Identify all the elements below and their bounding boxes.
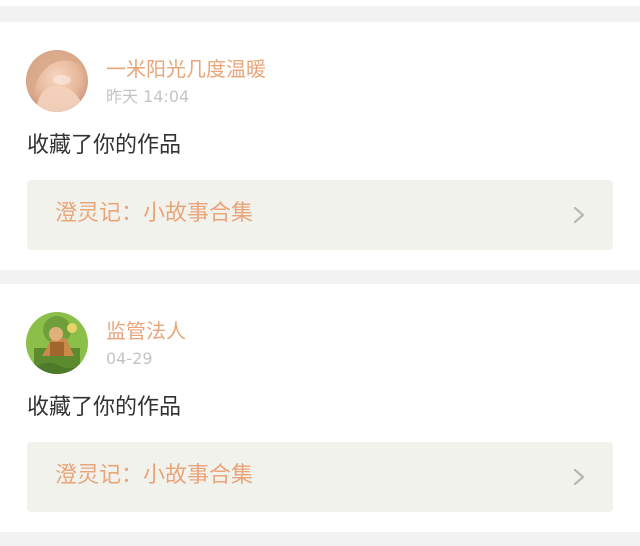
- portrait-avatar-icon: [26, 50, 88, 112]
- chevron-right-icon: [571, 205, 587, 225]
- user-avatar[interactable]: [26, 312, 88, 374]
- timestamp: 昨天 14:04: [106, 87, 190, 106]
- action-text: 收藏了你的作品: [27, 133, 182, 158]
- action-text: 收藏了你的作品: [27, 395, 182, 420]
- chevron-right-icon: [571, 467, 587, 487]
- user-avatar[interactable]: [26, 50, 88, 112]
- card-separator: [0, 270, 640, 284]
- cartoon-avatar-icon: [26, 312, 88, 374]
- notification-card: 监管法人 04-29 收藏了你的作品 澄灵记：小故事合集: [0, 284, 640, 532]
- notification-card: 一米阳光几度温暖 昨天 14:04 收藏了你的作品 澄灵记：小故事合集: [0, 22, 640, 270]
- top-separator: [0, 0, 640, 22]
- work-link[interactable]: 澄灵记：小故事合集: [27, 442, 613, 512]
- work-link[interactable]: 澄灵记：小故事合集: [27, 180, 613, 250]
- timestamp: 04-29: [106, 349, 153, 368]
- work-title: 澄灵记：小故事合集: [55, 463, 254, 488]
- user-name[interactable]: 监管法人: [106, 319, 186, 343]
- work-title: 澄灵记：小故事合集: [55, 201, 254, 226]
- user-name[interactable]: 一米阳光几度温暖: [106, 57, 266, 81]
